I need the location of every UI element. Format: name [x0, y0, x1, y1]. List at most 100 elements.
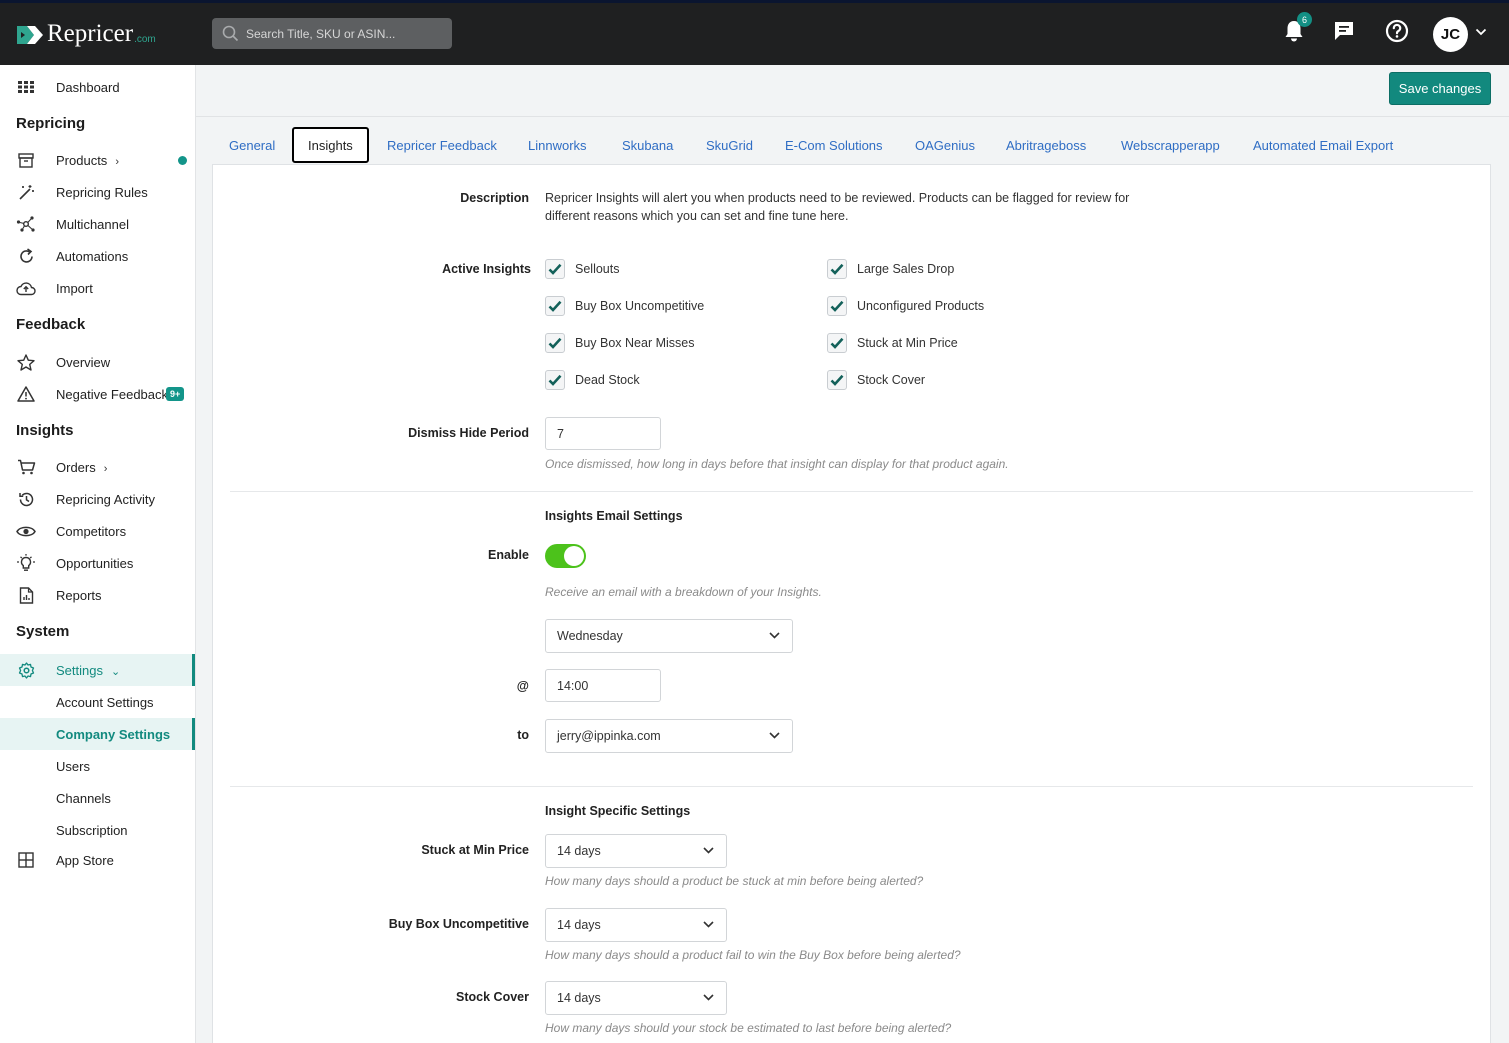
buy-box-uncompetitive-select[interactable]: 14 days	[545, 908, 727, 942]
sidebar: Dashboard Repricing Products › Repricing …	[0, 65, 196, 1043]
save-button[interactable]: Save changes	[1389, 72, 1491, 105]
enable-label: Enable	[488, 548, 529, 562]
network-icon	[16, 215, 36, 233]
chevron-down-icon[interactable]	[1475, 28, 1487, 36]
email-recipient-select[interactable]: jerry@ippinka.com	[545, 719, 793, 753]
dead-stock-checkbox[interactable]	[545, 370, 565, 390]
user-avatar[interactable]: JC	[1433, 17, 1468, 52]
check-icon	[830, 374, 844, 386]
check-icon	[548, 300, 562, 312]
stuck-at-min-price-checkbox[interactable]	[827, 333, 847, 353]
buy-box-uncompetitive-label: Buy Box Uncompetitive	[575, 299, 705, 313]
report-icon	[16, 586, 36, 604]
tab-skubana[interactable]: Skubana	[622, 127, 673, 163]
logo[interactable]: Repricer .com	[16, 20, 156, 47]
settings-panel	[212, 164, 1491, 1043]
sidebar-item-repricing-activity[interactable]: Repricing Activity	[0, 483, 195, 515]
sidebar-item-repricing-rules[interactable]: Repricing Rules	[0, 176, 195, 208]
buy-box-uncompetitive-hint: How many days should a product fail to w…	[545, 948, 961, 962]
email-day-value: Wednesday	[557, 629, 623, 643]
eye-icon	[16, 522, 36, 540]
sidebar-section-feedback: Feedback	[16, 316, 86, 333]
sidebar-item-dashboard[interactable]: Dashboard	[0, 71, 195, 103]
warning-icon	[16, 385, 36, 403]
active-insights-label: Active Insights	[442, 262, 531, 276]
tab-automated-email-export[interactable]: Automated Email Export	[1253, 127, 1393, 163]
tab-oagenius[interactable]: OAGenius	[915, 127, 975, 163]
notifications-button[interactable]: 6	[1281, 12, 1312, 44]
stock-cover-checkbox[interactable]	[827, 370, 847, 390]
tab-repricer-feedback[interactable]: Repricer Feedback	[387, 127, 497, 163]
stock-cover-setting-label: Stock Cover	[456, 990, 529, 1004]
stock-cover-select[interactable]: 14 days	[545, 981, 727, 1015]
toggle-knob	[564, 546, 584, 566]
tab-webscrapperapp[interactable]: Webscrapperapp	[1121, 127, 1220, 163]
unconfigured-products-label: Unconfigured Products	[857, 299, 985, 313]
grid-icon	[16, 851, 36, 869]
dismiss-hide-period-input[interactable]	[545, 417, 661, 450]
check-icon	[830, 337, 844, 349]
sidebar-item-settings[interactable]: Settings ⌄	[0, 654, 195, 686]
buy-box-uncompetitive-checkbox[interactable]	[545, 296, 565, 316]
buy-box-near-misses-checkbox[interactable]	[545, 333, 565, 353]
stuck-at-min-price-label: Stuck at Min Price	[857, 336, 958, 350]
stock-cover-value: 14 days	[557, 991, 601, 1005]
sidebar-item-channels[interactable]: Channels	[0, 782, 195, 814]
sidebar-item-app-store[interactable]: App Store	[0, 844, 195, 876]
top-bar: Repricer .com 6 JC	[0, 0, 1509, 65]
unconfigured-products-checkbox[interactable]	[827, 296, 847, 316]
search-input[interactable]	[246, 18, 446, 49]
divider	[230, 786, 1473, 787]
sidebar-item-label: Competitors	[56, 523, 127, 539]
sidebar-item-subscription[interactable]: Subscription	[0, 814, 195, 846]
sidebar-item-multichannel[interactable]: Multichannel	[0, 208, 195, 240]
chevron-down-icon	[703, 994, 714, 1001]
email-day-select[interactable]: Wednesday	[545, 619, 793, 653]
email-time-input[interactable]	[545, 669, 661, 702]
divider	[230, 491, 1473, 492]
sidebar-item-label: Users	[56, 758, 90, 774]
dashboard-grid-icon	[16, 78, 36, 96]
help-button[interactable]	[1384, 18, 1410, 44]
sidebar-item-label: Negative Feedback	[56, 386, 169, 402]
sidebar-item-users[interactable]: Users	[0, 750, 195, 782]
tab-insights[interactable]: Insights	[292, 127, 369, 163]
sidebar-item-import[interactable]: Import	[0, 272, 195, 304]
stuck-at-min-price-hint: How many days should a product be stuck …	[545, 874, 924, 888]
buy-box-near-misses-label: Buy Box Near Misses	[575, 336, 695, 350]
check-icon	[548, 374, 562, 386]
sidebar-item-competitors[interactable]: Competitors	[0, 515, 195, 547]
tab-ecom-solutions[interactable]: E-Com Solutions	[785, 127, 883, 163]
sidebar-item-negative-feedback[interactable]: Negative Feedback 9+	[0, 378, 195, 410]
sidebar-section-system: System	[16, 623, 70, 640]
sidebar-item-orders[interactable]: Orders ›	[0, 451, 195, 483]
stuck-at-min-price-select[interactable]: 14 days	[545, 834, 727, 868]
description-text-line-2: different reasons which you can set and …	[545, 209, 849, 223]
dismiss-hide-period-label: Dismiss Hide Period	[408, 426, 529, 440]
buy-box-uncompetitive-value: 14 days	[557, 918, 601, 932]
sidebar-item-label: Overview	[56, 354, 111, 370]
gear-icon	[16, 661, 36, 679]
tab-abritrageboss[interactable]: Abritrageboss	[1006, 127, 1086, 163]
sidebar-section-repricing: Repricing	[16, 115, 86, 132]
messages-button[interactable]	[1331, 18, 1357, 44]
tab-skugrid[interactable]: SkuGrid	[706, 127, 753, 163]
box-icon	[16, 151, 36, 169]
tab-linnworks[interactable]: Linnworks	[528, 127, 587, 163]
sidebar-item-products[interactable]: Products ›	[0, 144, 195, 176]
sellouts-checkbox[interactable]	[545, 259, 565, 279]
sidebar-item-account-settings[interactable]: Account Settings	[0, 686, 195, 718]
logo-text: Repricer	[47, 20, 134, 47]
enable-email-toggle[interactable]	[545, 544, 586, 568]
sidebar-item-company-settings[interactable]: Company Settings	[0, 718, 195, 750]
sidebar-item-automations[interactable]: Automations	[0, 240, 195, 272]
search-box[interactable]	[212, 18, 452, 49]
sidebar-item-label: Company Settings	[56, 726, 171, 742]
tab-general[interactable]: General	[229, 127, 275, 163]
sidebar-item-overview[interactable]: Overview	[0, 346, 195, 378]
cloud-upload-icon	[16, 279, 36, 297]
insight-specific-settings-title: Insight Specific Settings	[545, 804, 691, 818]
large-sales-drop-checkbox[interactable]	[827, 259, 847, 279]
sidebar-item-reports[interactable]: Reports	[0, 579, 195, 611]
sidebar-item-opportunities[interactable]: Opportunities	[0, 547, 195, 579]
